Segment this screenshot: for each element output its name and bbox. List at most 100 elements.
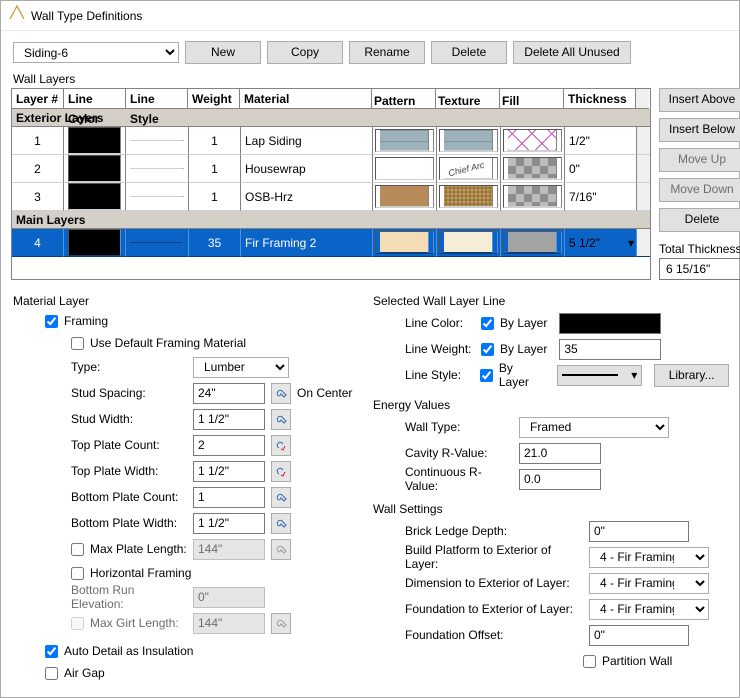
partition-wall-checkbox[interactable]	[583, 655, 596, 668]
type-select[interactable]: Lumber	[193, 357, 289, 378]
max-girt-length-input	[193, 613, 265, 634]
wrench-check-icon[interactable]	[271, 435, 291, 456]
energy-wall-type-select[interactable]: Framed	[519, 417, 669, 438]
build-platform-select[interactable]: 4 - Fir Framing 2	[589, 547, 709, 568]
col-texture[interactable]: Texture	[436, 89, 500, 109]
framing-label: Framing	[64, 314, 108, 328]
wall-layers-legend: Wall Layers	[13, 72, 729, 86]
table-row-selected[interactable]: 4 35 Fir Framing 2 5 1/2"▾	[12, 229, 650, 257]
col-material[interactable]: Material	[240, 89, 372, 109]
copy-button[interactable]: Copy	[267, 41, 343, 64]
line-style-label: Line Style:	[405, 368, 474, 382]
dimension-exterior-label: Dimension to Exterior of Layer:	[405, 576, 583, 590]
delete-layer-button[interactable]: Delete	[659, 208, 740, 232]
continuous-r-input[interactable]	[519, 469, 601, 490]
line-color-swatch[interactable]	[559, 313, 661, 334]
dimension-exterior-select[interactable]: 4 - Fir Framing 2	[589, 573, 709, 594]
selected-layer-line-legend: Selected Wall Layer Line	[373, 294, 729, 308]
max-plate-length-checkbox[interactable]	[71, 543, 84, 556]
cavity-r-input[interactable]	[519, 443, 601, 464]
dropdown-icon[interactable]: ▾	[628, 236, 634, 250]
line-weight-label: Line Weight:	[405, 342, 475, 356]
group-exterior-layers[interactable]: Exterior Layers	[12, 109, 650, 127]
foundation-offset-label: Foundation Offset:	[405, 628, 583, 642]
delete-all-unused-button[interactable]: Delete All Unused	[513, 41, 631, 64]
auto-detail-checkbox[interactable]	[45, 645, 58, 658]
continuous-r-label: Continuous R-Value:	[405, 465, 513, 493]
foundation-exterior-select[interactable]: 4 - Fir Framing 2	[589, 599, 709, 620]
air-gap-checkbox[interactable]	[45, 667, 58, 680]
col-line-color[interactable]: Line Color	[64, 89, 126, 109]
wrench-icon[interactable]	[271, 487, 291, 508]
by-layer-label: By Layer	[500, 342, 547, 356]
table-row[interactable]: 1 1 Lap Siding 1/2"	[12, 127, 650, 155]
bottom-plate-count-label: Bottom Plate Count:	[71, 490, 187, 504]
line-style-select[interactable]: ▾	[557, 365, 642, 386]
stud-width-label: Stud Width:	[71, 412, 187, 426]
max-girt-length-label: Max Girt Length:	[90, 616, 187, 630]
wrench-icon[interactable]	[271, 409, 291, 430]
insert-below-button[interactable]: Insert Below	[659, 118, 740, 142]
bottom-run-elev-label: Bottom Run Elevation:	[71, 583, 187, 611]
brick-ledge-input[interactable]	[589, 521, 689, 542]
col-fill[interactable]: Fill	[500, 89, 564, 109]
material-layer-legend: Material Layer	[13, 294, 361, 308]
line-style-by-layer-checkbox[interactable]	[480, 369, 493, 382]
brick-ledge-label: Brick Ledge Depth:	[405, 524, 583, 538]
foundation-offset-input[interactable]	[589, 625, 689, 646]
wall-type-select[interactable]: Siding-6	[13, 42, 179, 63]
move-down-button[interactable]: Move Down	[659, 178, 740, 202]
table-row[interactable]: 2 1 Housewrap 0"	[12, 155, 650, 183]
horizontal-framing-label: Horizontal Framing	[90, 566, 191, 580]
top-plate-count-label: Top Plate Count:	[71, 438, 187, 452]
col-pattern[interactable]: Pattern	[372, 89, 436, 109]
table-row[interactable]: 3 1 OSB-Hrz 7/16"	[12, 183, 650, 211]
insert-above-button[interactable]: Insert Above	[659, 88, 740, 112]
cavity-r-label: Cavity R-Value:	[405, 446, 513, 460]
delete-button[interactable]: Delete	[431, 41, 507, 64]
line-weight-input[interactable]	[559, 339, 661, 360]
group-main-layers[interactable]: Main Layers	[12, 211, 650, 229]
new-button[interactable]: New	[185, 41, 261, 64]
build-platform-label: Build Platform to Exterior of Layer:	[405, 543, 583, 571]
rename-button[interactable]: Rename	[349, 41, 425, 64]
move-up-button[interactable]: Move Up	[659, 148, 740, 172]
library-button[interactable]: Library...	[654, 364, 729, 387]
by-layer-label: By Layer	[500, 316, 547, 330]
wall-layers-grid[interactable]: Layer # Line Color Line Style Weight Mat…	[11, 88, 651, 280]
total-thickness-value: 6 15/16"	[659, 258, 740, 280]
wrench-icon	[271, 613, 291, 634]
stud-width-input[interactable]	[193, 409, 265, 430]
app-icon	[9, 1, 25, 31]
stud-spacing-input[interactable]	[193, 383, 265, 404]
use-default-framing-checkbox[interactable]	[71, 337, 84, 350]
wrench-check-icon[interactable]	[271, 461, 291, 482]
total-thickness-label: Total Thickness:	[659, 242, 740, 256]
top-plate-width-label: Top Plate Width:	[71, 464, 187, 478]
top-plate-width-input[interactable]	[193, 461, 265, 482]
use-default-framing-label: Use Default Framing Material	[90, 336, 246, 350]
wall-settings-legend: Wall Settings	[373, 502, 729, 516]
bottom-plate-count-input[interactable]	[193, 487, 265, 508]
partition-wall-label: Partition Wall	[602, 654, 672, 668]
wrench-icon[interactable]	[271, 383, 291, 404]
framing-checkbox[interactable]	[45, 315, 58, 328]
line-weight-by-layer-checkbox[interactable]	[481, 343, 494, 356]
on-center-label: On Center	[297, 386, 352, 400]
col-line-style[interactable]: Line Style	[126, 89, 188, 109]
auto-detail-label: Auto Detail as Insulation	[64, 644, 193, 658]
max-girt-length-checkbox	[71, 617, 84, 630]
horizontal-framing-checkbox[interactable]	[71, 567, 84, 580]
top-plate-count-input[interactable]	[193, 435, 265, 456]
wrench-icon[interactable]	[271, 539, 291, 560]
wrench-icon[interactable]	[271, 513, 291, 534]
foundation-exterior-label: Foundation to Exterior of Layer:	[405, 602, 583, 616]
line-color-label: Line Color:	[405, 316, 475, 330]
col-layer-num[interactable]: Layer #	[12, 89, 64, 109]
window-title: Wall Type Definitions	[31, 1, 142, 31]
col-weight[interactable]: Weight	[188, 89, 240, 109]
line-color-by-layer-checkbox[interactable]	[481, 317, 494, 330]
bottom-plate-width-input[interactable]	[193, 513, 265, 534]
col-thickness[interactable]: Thickness	[564, 89, 636, 109]
stud-spacing-label: Stud Spacing:	[71, 386, 187, 400]
